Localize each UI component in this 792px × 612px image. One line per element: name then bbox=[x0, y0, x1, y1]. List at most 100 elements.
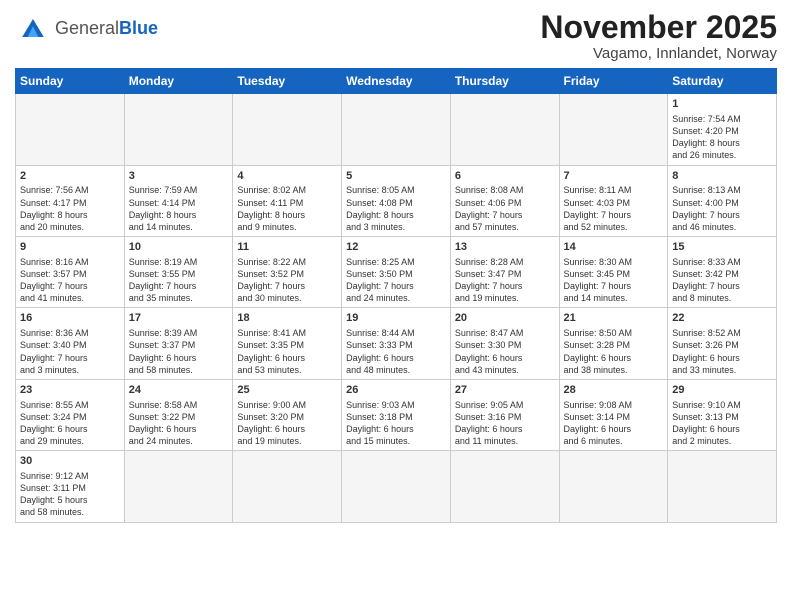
day-cell: 8Sunrise: 8:13 AM Sunset: 4:00 PM Daylig… bbox=[668, 165, 777, 236]
day-cell bbox=[342, 94, 451, 165]
day-cell: 21Sunrise: 8:50 AM Sunset: 3:28 PM Dayli… bbox=[559, 308, 668, 379]
day-cell: 22Sunrise: 8:52 AM Sunset: 3:26 PM Dayli… bbox=[668, 308, 777, 379]
day-cell: 2Sunrise: 7:56 AM Sunset: 4:17 PM Daylig… bbox=[16, 165, 125, 236]
day-info: Sunrise: 9:05 AM Sunset: 3:16 PM Dayligh… bbox=[455, 399, 555, 448]
day-number: 6 bbox=[455, 169, 555, 184]
day-number: 12 bbox=[346, 240, 446, 255]
day-info: Sunrise: 8:22 AM Sunset: 3:52 PM Dayligh… bbox=[237, 256, 337, 305]
day-number: 20 bbox=[455, 311, 555, 326]
day-number: 15 bbox=[672, 240, 772, 255]
day-cell: 18Sunrise: 8:41 AM Sunset: 3:35 PM Dayli… bbox=[233, 308, 342, 379]
day-cell: 29Sunrise: 9:10 AM Sunset: 3:13 PM Dayli… bbox=[668, 379, 777, 450]
day-number: 9 bbox=[20, 240, 120, 255]
day-number: 23 bbox=[20, 383, 120, 398]
week-row-3: 16Sunrise: 8:36 AM Sunset: 3:40 PM Dayli… bbox=[16, 308, 777, 379]
page: GeneralBlue November 2025 Vagamo, Innlan… bbox=[0, 0, 792, 612]
weekday-header-tuesday: Tuesday bbox=[233, 69, 342, 94]
day-cell bbox=[668, 451, 777, 522]
day-cell: 5Sunrise: 8:05 AM Sunset: 4:08 PM Daylig… bbox=[342, 165, 451, 236]
calendar: SundayMondayTuesdayWednesdayThursdayFrid… bbox=[15, 68, 777, 522]
week-row-0: 1Sunrise: 7:54 AM Sunset: 4:20 PM Daylig… bbox=[16, 94, 777, 165]
day-number: 8 bbox=[672, 169, 772, 184]
weekday-header-friday: Friday bbox=[559, 69, 668, 94]
week-row-5: 30Sunrise: 9:12 AM Sunset: 3:11 PM Dayli… bbox=[16, 451, 777, 522]
day-info: Sunrise: 9:03 AM Sunset: 3:18 PM Dayligh… bbox=[346, 399, 446, 448]
title-area: November 2025 Vagamo, Innlandet, Norway bbox=[540, 10, 777, 62]
day-number: 16 bbox=[20, 311, 120, 326]
day-cell: 20Sunrise: 8:47 AM Sunset: 3:30 PM Dayli… bbox=[450, 308, 559, 379]
day-cell bbox=[16, 94, 125, 165]
day-number: 5 bbox=[346, 169, 446, 184]
day-cell: 28Sunrise: 9:08 AM Sunset: 3:14 PM Dayli… bbox=[559, 379, 668, 450]
day-cell: 3Sunrise: 7:59 AM Sunset: 4:14 PM Daylig… bbox=[124, 165, 233, 236]
day-cell: 23Sunrise: 8:55 AM Sunset: 3:24 PM Dayli… bbox=[16, 379, 125, 450]
day-number: 28 bbox=[564, 383, 664, 398]
day-info: Sunrise: 8:41 AM Sunset: 3:35 PM Dayligh… bbox=[237, 327, 337, 376]
day-info: Sunrise: 8:19 AM Sunset: 3:55 PM Dayligh… bbox=[129, 256, 229, 305]
day-number: 3 bbox=[129, 169, 229, 184]
day-info: Sunrise: 9:12 AM Sunset: 3:11 PM Dayligh… bbox=[20, 470, 120, 519]
subtitle: Vagamo, Innlandet, Norway bbox=[540, 45, 777, 62]
day-cell bbox=[124, 94, 233, 165]
weekday-header-wednesday: Wednesday bbox=[342, 69, 451, 94]
day-number: 24 bbox=[129, 383, 229, 398]
day-cell bbox=[342, 451, 451, 522]
day-number: 19 bbox=[346, 311, 446, 326]
day-info: Sunrise: 8:11 AM Sunset: 4:03 PM Dayligh… bbox=[564, 184, 664, 233]
day-info: Sunrise: 7:54 AM Sunset: 4:20 PM Dayligh… bbox=[672, 113, 772, 162]
day-cell: 4Sunrise: 8:02 AM Sunset: 4:11 PM Daylig… bbox=[233, 165, 342, 236]
day-number: 1 bbox=[672, 97, 772, 112]
day-cell bbox=[450, 94, 559, 165]
day-cell: 9Sunrise: 8:16 AM Sunset: 3:57 PM Daylig… bbox=[16, 237, 125, 308]
day-number: 10 bbox=[129, 240, 229, 255]
day-number: 30 bbox=[20, 454, 120, 469]
day-cell: 10Sunrise: 8:19 AM Sunset: 3:55 PM Dayli… bbox=[124, 237, 233, 308]
day-number: 26 bbox=[346, 383, 446, 398]
day-cell bbox=[450, 451, 559, 522]
day-info: Sunrise: 8:25 AM Sunset: 3:50 PM Dayligh… bbox=[346, 256, 446, 305]
day-number: 4 bbox=[237, 169, 337, 184]
day-info: Sunrise: 8:02 AM Sunset: 4:11 PM Dayligh… bbox=[237, 184, 337, 233]
day-cell: 26Sunrise: 9:03 AM Sunset: 3:18 PM Dayli… bbox=[342, 379, 451, 450]
weekday-header-monday: Monday bbox=[124, 69, 233, 94]
day-info: Sunrise: 7:56 AM Sunset: 4:17 PM Dayligh… bbox=[20, 184, 120, 233]
week-row-4: 23Sunrise: 8:55 AM Sunset: 3:24 PM Dayli… bbox=[16, 379, 777, 450]
day-number: 22 bbox=[672, 311, 772, 326]
day-number: 14 bbox=[564, 240, 664, 255]
month-title: November 2025 bbox=[540, 10, 777, 45]
day-info: Sunrise: 7:59 AM Sunset: 4:14 PM Dayligh… bbox=[129, 184, 229, 233]
day-number: 25 bbox=[237, 383, 337, 398]
day-info: Sunrise: 8:28 AM Sunset: 3:47 PM Dayligh… bbox=[455, 256, 555, 305]
day-cell: 25Sunrise: 9:00 AM Sunset: 3:20 PM Dayli… bbox=[233, 379, 342, 450]
weekday-header-saturday: Saturday bbox=[668, 69, 777, 94]
day-info: Sunrise: 8:30 AM Sunset: 3:45 PM Dayligh… bbox=[564, 256, 664, 305]
day-cell bbox=[124, 451, 233, 522]
weekday-header-sunday: Sunday bbox=[16, 69, 125, 94]
day-cell: 14Sunrise: 8:30 AM Sunset: 3:45 PM Dayli… bbox=[559, 237, 668, 308]
day-cell: 13Sunrise: 8:28 AM Sunset: 3:47 PM Dayli… bbox=[450, 237, 559, 308]
day-cell bbox=[559, 451, 668, 522]
day-number: 2 bbox=[20, 169, 120, 184]
day-info: Sunrise: 8:08 AM Sunset: 4:06 PM Dayligh… bbox=[455, 184, 555, 233]
week-row-2: 9Sunrise: 8:16 AM Sunset: 3:57 PM Daylig… bbox=[16, 237, 777, 308]
day-info: Sunrise: 8:55 AM Sunset: 3:24 PM Dayligh… bbox=[20, 399, 120, 448]
day-number: 13 bbox=[455, 240, 555, 255]
day-info: Sunrise: 8:39 AM Sunset: 3:37 PM Dayligh… bbox=[129, 327, 229, 376]
day-info: Sunrise: 8:44 AM Sunset: 3:33 PM Dayligh… bbox=[346, 327, 446, 376]
day-info: Sunrise: 8:05 AM Sunset: 4:08 PM Dayligh… bbox=[346, 184, 446, 233]
day-cell: 30Sunrise: 9:12 AM Sunset: 3:11 PM Dayli… bbox=[16, 451, 125, 522]
day-info: Sunrise: 8:33 AM Sunset: 3:42 PM Dayligh… bbox=[672, 256, 772, 305]
logo-text: GeneralBlue bbox=[55, 18, 158, 39]
day-number: 7 bbox=[564, 169, 664, 184]
day-cell bbox=[233, 451, 342, 522]
day-cell bbox=[233, 94, 342, 165]
day-number: 27 bbox=[455, 383, 555, 398]
logo-icon bbox=[15, 10, 51, 46]
weekday-header-thursday: Thursday bbox=[450, 69, 559, 94]
week-row-1: 2Sunrise: 7:56 AM Sunset: 4:17 PM Daylig… bbox=[16, 165, 777, 236]
day-cell: 16Sunrise: 8:36 AM Sunset: 3:40 PM Dayli… bbox=[16, 308, 125, 379]
day-cell: 7Sunrise: 8:11 AM Sunset: 4:03 PM Daylig… bbox=[559, 165, 668, 236]
day-info: Sunrise: 9:08 AM Sunset: 3:14 PM Dayligh… bbox=[564, 399, 664, 448]
day-cell: 6Sunrise: 8:08 AM Sunset: 4:06 PM Daylig… bbox=[450, 165, 559, 236]
day-number: 21 bbox=[564, 311, 664, 326]
